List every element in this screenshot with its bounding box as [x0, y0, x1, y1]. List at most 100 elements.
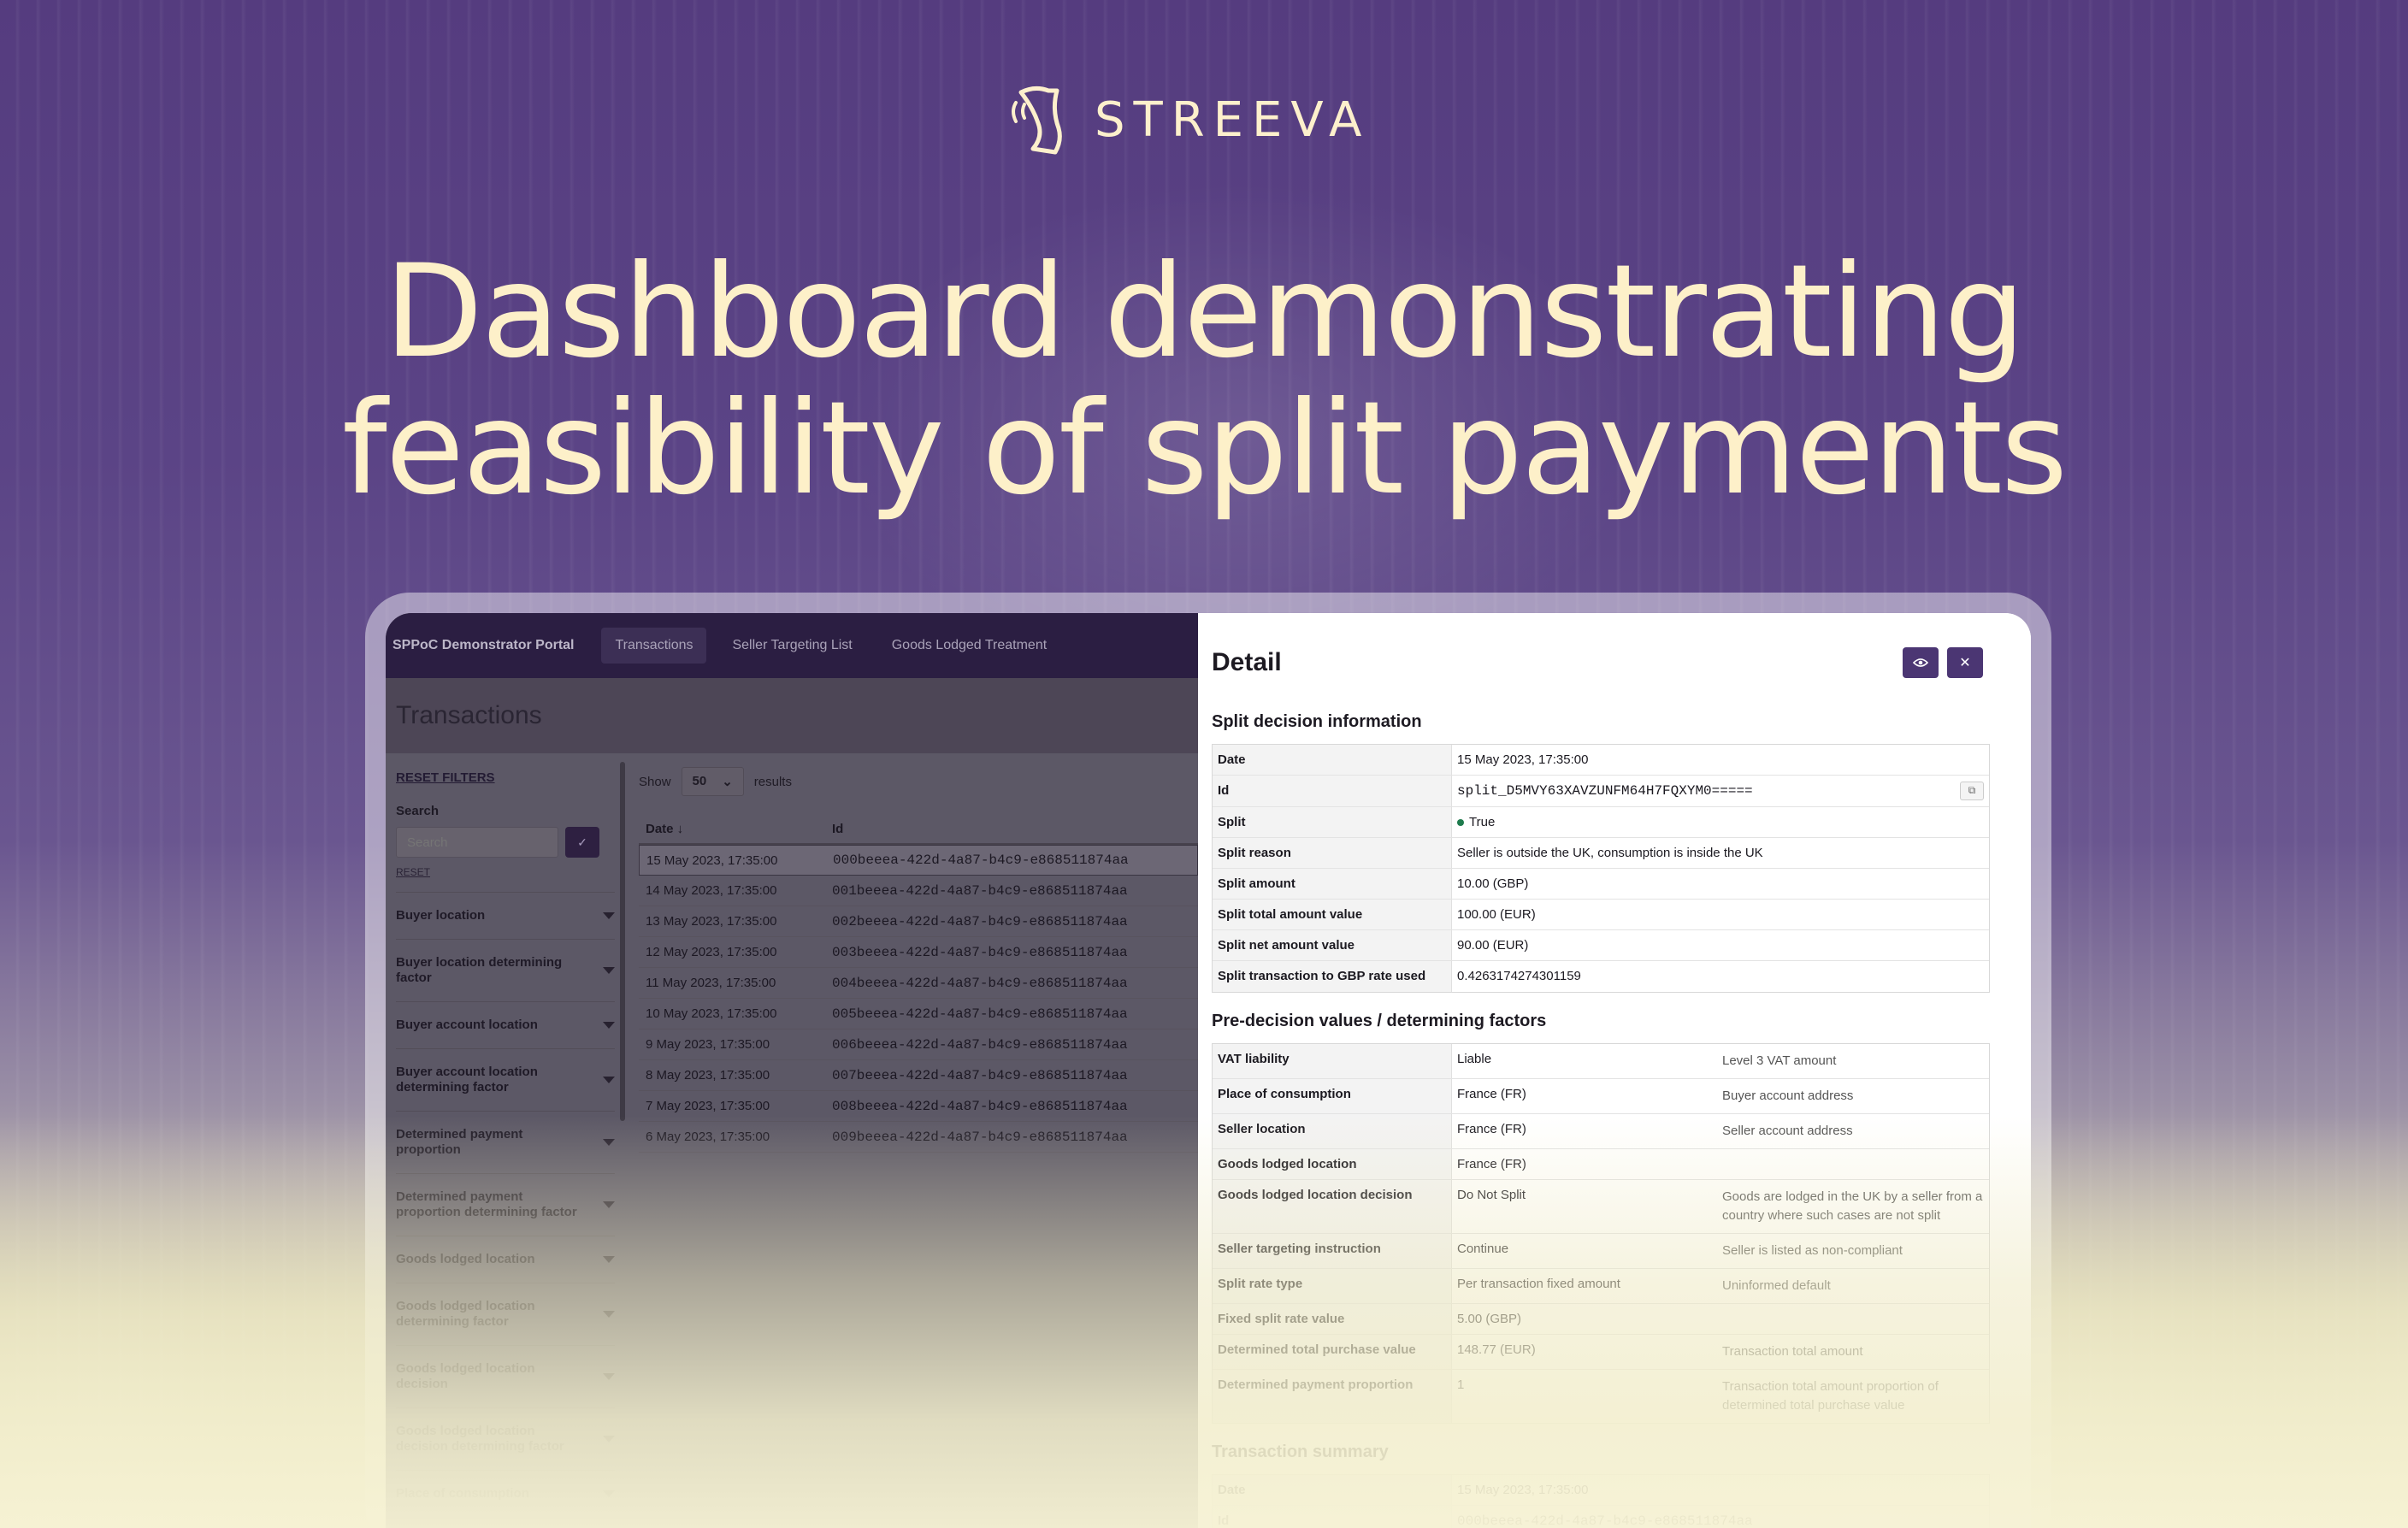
detail-value: 100.00 (EUR) — [1452, 900, 1989, 929]
detail-panel: Detail ✕ Split decision information Date… — [1198, 613, 2031, 1528]
top-nav: SPPoC Demonstrator Portal Transactions S… — [386, 613, 1198, 678]
detail-row: Date 15 May 2023, 17:35:00 — [1213, 745, 1989, 776]
table-header: Date ↓ Id — [639, 822, 1198, 845]
device-frame: SPPoC Demonstrator Portal Transactions S… — [365, 593, 2051, 1528]
reset-search-link[interactable]: RESET — [396, 866, 615, 878]
reset-filters-link[interactable]: RESET FILTERS — [396, 770, 615, 785]
cell-id: 001beeea-422d-4a87-b4c9-e868511874aa — [832, 882, 1128, 899]
split-section-title: Split decision information — [1212, 712, 1422, 731]
tab-goods-lodged-treatment[interactable]: Goods Lodged Treatment — [878, 628, 1060, 664]
transactions-app: SPPoC Demonstrator Portal Transactions S… — [386, 613, 1198, 1528]
column-header-date[interactable]: Date ↓ — [639, 822, 832, 836]
detail-value: France (FR) — [1452, 1079, 1717, 1113]
detail-row: Determined payment proportion 1 Transactio… — [1213, 1370, 1989, 1423]
close-icon: ✕ — [1959, 656, 1971, 670]
cell-id: 007beeea-422d-4a87-b4c9-e868511874aa — [832, 1067, 1128, 1083]
detail-note: Uninformed default — [1722, 1278, 1831, 1293]
filters-scrollbar[interactable] — [620, 762, 625, 1121]
table-row[interactable]: 9 May 2023, 17:35:00 006beeea-422d-4a87-b… — [639, 1029, 1198, 1060]
facet-label: Goods lodged location determining factor — [396, 1299, 535, 1329]
caret-down-icon — [603, 1139, 615, 1146]
detail-value-text: Do Not Split — [1457, 1188, 1526, 1202]
detail-row: Split amount 10.00 (GBP) — [1213, 869, 1989, 900]
detail-key: Split reason — [1213, 838, 1452, 868]
detail-key: Id — [1213, 1506, 1452, 1528]
search-row: ✓ — [396, 827, 615, 858]
portal-brand[interactable]: SPPoC Demonstrator Portal — [392, 638, 574, 653]
headline: Dashboard demonstrating feasibility of s… — [0, 244, 2408, 517]
detail-row: Determined total purchase value 148.77 (E… — [1213, 1335, 1989, 1370]
facet-filter[interactable]: Buyer location — [396, 892, 615, 939]
facet-filter[interactable]: Buyer account location — [396, 1001, 615, 1048]
detail-key: Split transaction to GBP rate used — [1213, 961, 1452, 992]
detail-key: Date — [1213, 745, 1452, 775]
detail-row: Goods lodged location decision Do Not Spl… — [1213, 1180, 1989, 1234]
facet-filter[interactable]: Place of consumption — [396, 1470, 615, 1517]
facet-filter[interactable]: Determined payment proportion determinin… — [396, 1173, 615, 1236]
table-row[interactable]: 10 May 2023, 17:35:00 005beeea-422d-4a87-… — [639, 999, 1198, 1029]
caret-down-icon — [603, 1490, 615, 1497]
detail-key: Fixed split rate value — [1213, 1304, 1452, 1334]
facet-filter[interactable]: Buyer account location determining facto… — [396, 1048, 615, 1111]
detail-value-text: 90.00 (EUR) — [1457, 938, 1529, 953]
detail-note — [1717, 1304, 1989, 1334]
table-row[interactable]: 13 May 2023, 17:35:00 002beeea-422d-4a87-… — [639, 906, 1198, 937]
table-row[interactable]: 6 May 2023, 17:35:00 009beeea-422d-4a87-b… — [639, 1122, 1198, 1153]
cell-id: 003beeea-422d-4a87-b4c9-e868511874aa — [832, 944, 1128, 960]
detail-row: Goods lodged location France (FR) — [1213, 1149, 1989, 1180]
table-row[interactable]: 12 May 2023, 17:35:00 003beeea-422d-4a87-… — [639, 937, 1198, 968]
detail-row: Id split_D5MVY63XAVZUNFM64H7FQXYM0===== ⧉ — [1213, 776, 1989, 807]
caret-down-icon — [603, 1022, 615, 1029]
detail-row: Place of consumption France (FR) Buyer acc… — [1213, 1079, 1989, 1114]
detail-key: Goods lodged location — [1213, 1149, 1452, 1179]
facet-filter[interactable]: Buyer location determining factor — [396, 939, 615, 1001]
detail-key: Split — [1213, 807, 1452, 837]
detail-header: Detail ✕ — [1212, 647, 2017, 678]
facet-filter[interactable]: Goods lodged location decision determini… — [396, 1407, 615, 1470]
detail-value-text: Seller is outside the UK, consumption is… — [1457, 846, 1763, 860]
detail-value: Do Not Split — [1452, 1180, 1717, 1233]
brand-logo: STREEVA — [1009, 81, 1370, 158]
page-size-select[interactable]: 50 ⌄ — [681, 767, 744, 796]
facet-filter[interactable]: Goods lodged location decision — [396, 1345, 615, 1407]
cell-id: 008beeea-422d-4a87-b4c9-e868511874aa — [832, 1098, 1128, 1114]
detail-key: Determined payment proportion — [1213, 1370, 1452, 1423]
detail-value-text: 10.00 (GBP) — [1457, 876, 1529, 891]
status-dot-icon — [1457, 819, 1464, 827]
detail-value-text: France (FR) — [1457, 1157, 1526, 1171]
detail-key: Split amount — [1213, 869, 1452, 899]
cell-date: 7 May 2023, 17:35:00 — [646, 1099, 770, 1113]
facet-label: Determined payment proportion determinin… — [396, 1189, 577, 1219]
cell-id: 000beeea-422d-4a87-b4c9-e868511874aa — [833, 852, 1129, 868]
caret-down-icon — [603, 967, 615, 974]
detail-value: France (FR) — [1452, 1149, 1717, 1179]
table-row[interactable]: 15 May 2023, 17:35:00 000beeea-422d-4a87-… — [639, 845, 1198, 876]
close-button[interactable]: ✕ — [1947, 647, 1983, 678]
headline-line-2: feasibility of split payments — [341, 375, 2068, 523]
tab-transactions[interactable]: Transactions — [601, 628, 707, 664]
facet-label: Buyer account location determining facto… — [396, 1065, 538, 1094]
copy-icon[interactable]: ⧉ — [1960, 782, 1984, 800]
facet-filter[interactable]: Determined payment proportion — [396, 1111, 615, 1173]
filters-sidebar: RESET FILTERS Search ✓ RESET Buyer locat… — [386, 753, 625, 1528]
column-header-id[interactable]: Id — [832, 822, 1198, 836]
detail-key: VAT liability — [1213, 1044, 1452, 1078]
table-row[interactable]: 7 May 2023, 17:35:00 008beeea-422d-4a87-b… — [639, 1091, 1198, 1122]
facet-filter[interactable]: Goods lodged location — [396, 1236, 615, 1283]
detail-value-text: True — [1469, 815, 1496, 829]
table-row[interactable]: 14 May 2023, 17:35:00 001beeea-422d-4a87-… — [639, 876, 1198, 906]
search-input[interactable] — [396, 827, 558, 858]
tab-seller-targeting-list[interactable]: Seller Targeting List — [718, 628, 865, 664]
page-title: Transactions — [396, 701, 542, 729]
table-row[interactable]: 8 May 2023, 17:35:00 007beeea-422d-4a87-b… — [639, 1060, 1198, 1091]
facet-filter[interactable]: Goods lodged location determining factor — [396, 1283, 615, 1345]
detail-value: 0.4263174274301159 — [1452, 961, 1989, 992]
check-icon: ✓ — [577, 835, 587, 849]
summary-table: Date 15 May 2023, 17:35:00 Id 000beeea-422d… — [1212, 1474, 1990, 1528]
detail-note: Transaction total amount — [1722, 1344, 1863, 1359]
table-row[interactable]: 11 May 2023, 17:35:00 004beeea-422d-4a87-… — [639, 968, 1198, 999]
search-submit-button[interactable]: ✓ — [565, 827, 599, 858]
cell-date: 12 May 2023, 17:35:00 — [646, 945, 777, 959]
detail-key: Id — [1213, 776, 1452, 806]
view-button[interactable] — [1903, 647, 1939, 678]
